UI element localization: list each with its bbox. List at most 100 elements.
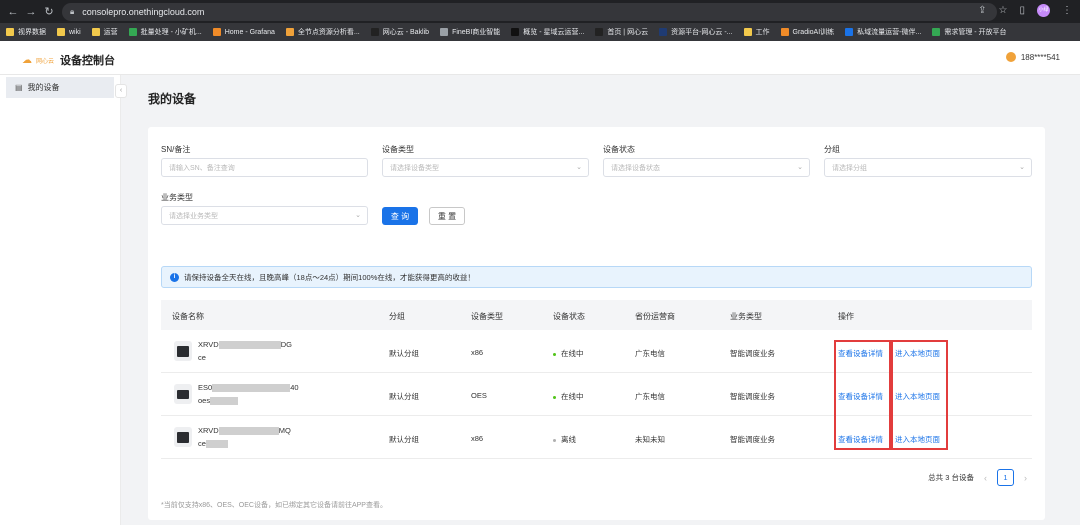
biz-select[interactable]: 请选择业务类型 ⌄ xyxy=(161,206,368,225)
device-type: OES xyxy=(471,391,487,400)
bookmark-icon xyxy=(511,28,520,36)
type-select[interactable]: 请选择设备类型 ⌄ xyxy=(382,158,589,177)
status-select[interactable]: 请选择设备状态 ⌄ xyxy=(603,158,810,177)
bookmark-item[interactable]: 工作 xyxy=(743,27,770,37)
bookmark-icon xyxy=(285,28,294,36)
bookmark-label: Home - Grafana xyxy=(224,28,275,36)
bookmark-label: 资源平台-网心云 -... xyxy=(671,29,733,36)
sidebar-item-my-devices[interactable]: ▤ 我的设备 xyxy=(6,77,114,98)
footer-note: *当前仅支持x86、OES、OEC设备，如已绑定其它设备请前往APP查看。 xyxy=(161,502,387,509)
notice-banner: i 请保持设备全天在线，且晚高峰（18点～24点）期间100%在线，才能获得更高… xyxy=(161,266,1032,288)
device-status: 在线中 xyxy=(553,391,584,402)
bookmark-label: 工作 xyxy=(755,29,770,36)
app-title: 设备控制台 xyxy=(60,55,116,67)
device-isp: 广东电信 xyxy=(635,392,665,401)
page-title: 我的设备 xyxy=(148,92,197,106)
bookmark-item[interactable]: GradioAI训练 xyxy=(780,27,835,37)
share-icon[interactable]: ⇪ xyxy=(978,5,986,16)
collapse-sidebar-button[interactable]: ‹ xyxy=(115,84,127,98)
col-device-status: 设备状态 xyxy=(553,312,585,321)
bookmark-item[interactable]: 视界数据 xyxy=(6,27,46,37)
bookmark-label: 需求管理 - 开放平台 xyxy=(944,29,1007,36)
device-biz: 智能调度业务 xyxy=(730,392,775,401)
address-bar[interactable]: 🔒︎ consolepro.onethingcloud.com xyxy=(62,3,997,21)
device-name: XRVD DG xyxy=(198,340,292,350)
total-count: 总共 3 台设备 xyxy=(928,473,974,482)
status-dot-icon xyxy=(553,395,556,399)
prev-page-icon[interactable]: ‹ xyxy=(984,473,987,483)
sn-label: SN/备注 xyxy=(161,145,191,154)
bookmark-label: GradioAI训练 xyxy=(792,29,835,36)
grid-icon: ▤ xyxy=(15,83,23,92)
search-button[interactable]: 查 询 xyxy=(382,207,418,225)
bookmark-label: 视界数据 xyxy=(18,29,46,36)
device-biz: 智能调度业务 xyxy=(730,349,775,358)
status-label: 设备状态 xyxy=(603,145,635,154)
bookmark-icon xyxy=(212,28,221,36)
bookmark-icon xyxy=(743,28,752,36)
device-name: ES0 40 xyxy=(198,383,299,393)
next-page-icon[interactable]: › xyxy=(1024,473,1027,483)
user-phone: 188****541 xyxy=(1020,52,1060,62)
status-placeholder: 请选择设备状态 xyxy=(611,164,660,172)
bookmark-item[interactable]: 私域流量运营-微伴... xyxy=(845,27,921,37)
reset-button[interactable]: 重 置 xyxy=(429,207,465,225)
notice-text: 请保持设备全天在线，且晚高峰（18点～24点）期间100%在线，才能获得更高的收… xyxy=(184,272,475,282)
forward-icon[interactable]: → xyxy=(22,6,40,18)
bookmark-icon xyxy=(128,28,137,36)
table-header: 设备名称 分组 设备类型 设备状态 省份运营商 业务类型 操作 xyxy=(161,300,1032,330)
bookmark-item[interactable]: wiki xyxy=(57,28,81,36)
menu-icon[interactable]: ⋮ xyxy=(1062,5,1072,16)
device-image xyxy=(174,384,192,404)
col-group: 分组 xyxy=(389,312,405,321)
url-text: consolepro.onethingcloud.com xyxy=(82,7,205,17)
sidebar-item-label: 我的设备 xyxy=(27,83,60,92)
sn-input[interactable]: 请输入SN、备注查询 xyxy=(161,158,368,177)
device-type: x86 xyxy=(471,434,484,443)
bookmark-item[interactable]: 全节点资源分析看... xyxy=(285,27,360,37)
bookmark-label: 概览 - 星域云运营... xyxy=(523,29,585,36)
device-name: XRVD MQ xyxy=(198,426,291,436)
back-icon[interactable]: ← xyxy=(4,6,22,18)
bookmark-item[interactable]: 运营 xyxy=(91,27,118,37)
chevron-down-icon: ⌄ xyxy=(355,212,361,219)
device-group: 默认分组 xyxy=(389,435,419,444)
profile-avatar[interactable]: 小绿 xyxy=(1037,4,1050,17)
browser-toolbar: ← → ↻ 🔒︎ consolepro.onethingcloud.com ⇪ … xyxy=(0,0,1080,23)
user-menu[interactable]: 188****541 xyxy=(1005,52,1060,62)
bookmark-item[interactable]: 资源平台-网心云 -... xyxy=(659,27,733,37)
star-icon[interactable]: ☆ xyxy=(999,5,1008,16)
avatar xyxy=(1005,52,1016,62)
device-remark: ce xyxy=(198,353,206,362)
bookmark-icon xyxy=(6,28,14,36)
lock-icon: 🔒︎ xyxy=(70,7,75,16)
bookmark-item[interactable]: 需求管理 - 开放平台 xyxy=(932,27,1007,37)
sidepanel-icon[interactable]: ▯ xyxy=(1019,5,1025,16)
bookmark-item[interactable]: FineBI商业智能 xyxy=(440,27,500,37)
info-icon: i xyxy=(170,272,179,282)
page-1-button[interactable]: 1 xyxy=(997,469,1014,486)
bookmark-icon xyxy=(595,28,604,36)
bookmark-item[interactable]: 批量处理 - 小矿机... xyxy=(128,27,202,37)
bookmark-icon xyxy=(780,28,789,36)
type-label: 设备类型 xyxy=(382,145,414,154)
bookmark-item[interactable]: Home - Grafana xyxy=(212,28,275,36)
bookmark-item[interactable]: 网心云 - Baklib xyxy=(370,27,429,37)
group-select[interactable]: 请选择分组 ⌄ xyxy=(824,158,1032,177)
type-placeholder: 请选择设备类型 xyxy=(390,164,439,172)
app-header: ☁ 网心云 设备控制台 188****541 xyxy=(0,41,1080,75)
bookmark-icon xyxy=(370,28,379,36)
bookmark-label: FineBI商业智能 xyxy=(452,29,501,36)
bookmark-icon xyxy=(440,28,449,36)
device-isp: 广东电信 xyxy=(635,349,665,358)
sn-placeholder: 请输入SN、备注查询 xyxy=(169,164,235,172)
logo[interactable]: ☁ 网心云 设备控制台 xyxy=(22,52,115,68)
col-device-type: 设备类型 xyxy=(471,312,503,321)
reload-icon[interactable]: ↻ xyxy=(40,5,58,18)
bookmark-icon xyxy=(932,28,941,36)
bookmark-item[interactable]: 概览 - 星域云运营... xyxy=(511,27,584,37)
biz-placeholder: 请选择业务类型 xyxy=(169,212,218,220)
bookmark-item[interactable]: 首页 | 网心云 xyxy=(595,27,648,37)
bookmark-icon xyxy=(91,28,100,36)
group-placeholder: 请选择分组 xyxy=(832,164,867,172)
